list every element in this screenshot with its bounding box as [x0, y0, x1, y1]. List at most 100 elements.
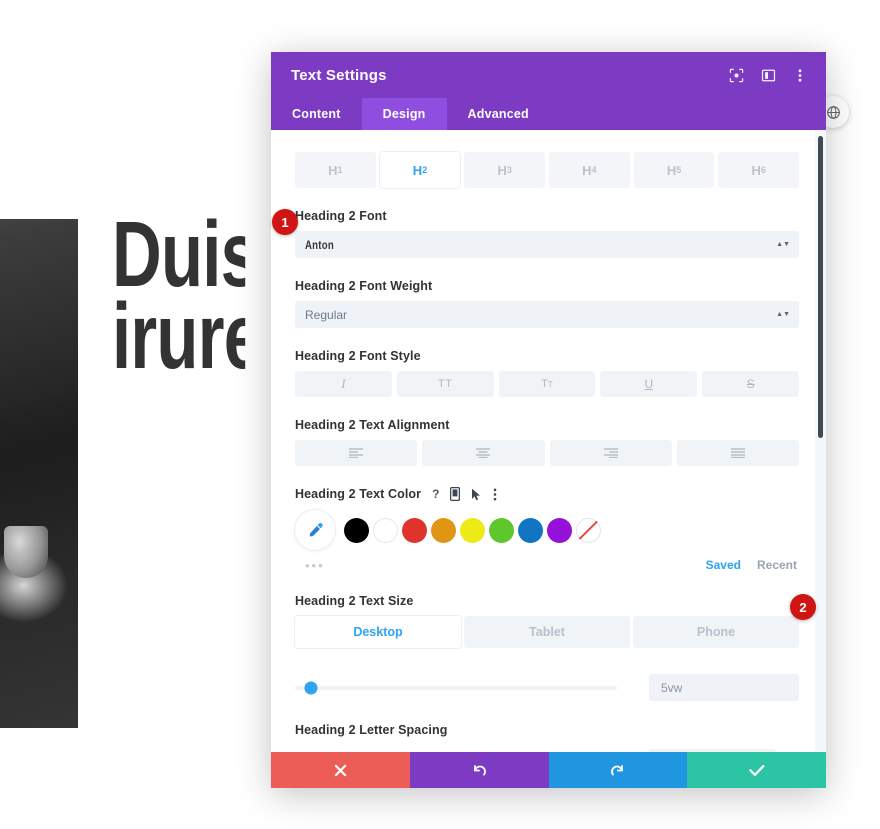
- strikethrough-button[interactable]: S: [702, 371, 799, 397]
- device-tab-desktop[interactable]: Desktop: [295, 616, 461, 648]
- modal-tab-bar: Content Design Advanced: [271, 98, 826, 130]
- tab-advanced[interactable]: Advanced: [447, 98, 550, 130]
- heading-tab-h5[interactable]: H5: [633, 152, 715, 188]
- device-tab-tablet[interactable]: Tablet: [464, 616, 630, 648]
- more-vertical-icon[interactable]: [493, 488, 497, 501]
- color-swatch-row: [295, 510, 799, 550]
- responsive-device-icon[interactable]: [450, 487, 461, 501]
- swatch-blue[interactable]: [518, 517, 543, 543]
- swatch-purple[interactable]: [547, 517, 572, 543]
- more-colors-button[interactable]: •••: [305, 558, 325, 573]
- hover-cursor-icon[interactable]: [471, 488, 482, 501]
- color-swatch-subrow: ••• Saved Recent: [295, 556, 799, 574]
- heading-tab-label: H: [328, 162, 338, 178]
- heading-tab-label: H: [412, 162, 423, 178]
- modal-footer: [271, 752, 826, 788]
- text-size-control-row: 5vw: [295, 674, 799, 701]
- split-layout-icon[interactable]: [760, 67, 776, 83]
- heading-text-color-header: Heading 2 Text Color ?: [295, 487, 799, 501]
- text-size-slider-handle[interactable]: [304, 681, 318, 694]
- font-style-buttons: I TT TT U S: [295, 371, 799, 397]
- text-alignment-buttons: [295, 440, 799, 466]
- more-vertical-icon[interactable]: [792, 67, 808, 83]
- hero-heading: Duis irure: [112, 214, 246, 388]
- text-size-slider[interactable]: [295, 681, 617, 694]
- swatch-none[interactable]: [576, 517, 601, 543]
- align-left-icon[interactable]: [295, 440, 418, 466]
- letter-spacing-value-input[interactable]: 0px: [649, 749, 776, 752]
- undo-icon: [473, 764, 486, 776]
- undo-button[interactable]: [409, 752, 549, 788]
- heading-tab-h6[interactable]: H6: [718, 152, 800, 188]
- heading-tab-label: H: [582, 162, 592, 178]
- heading-letter-spacing-label: Heading 2 Letter Spacing: [295, 723, 448, 737]
- heading-tab-h4[interactable]: H4: [549, 152, 630, 188]
- save-button[interactable]: [687, 752, 826, 788]
- heading-tab-sub: 1: [337, 165, 343, 175]
- chevron-updown-icon: ▲▼: [776, 310, 790, 318]
- tab-recent-colors[interactable]: Recent: [757, 558, 797, 572]
- heading-font-weight-value: Regular: [305, 307, 348, 322]
- redo-button[interactable]: [548, 752, 688, 788]
- heading-text-size-label: Heading 2 Text Size: [295, 594, 414, 608]
- panel-scrollbar-thumb[interactable]: [818, 136, 823, 438]
- modal-title: Text Settings: [291, 66, 387, 84]
- underline-button[interactable]: U: [600, 371, 698, 397]
- hero-photo: [0, 219, 78, 728]
- heading-tab-h2[interactable]: H2: [379, 152, 461, 188]
- heading-tab-h3[interactable]: H3: [464, 152, 546, 188]
- eyedropper-icon[interactable]: [295, 510, 335, 550]
- swatch-green[interactable]: [489, 517, 514, 543]
- swatch-red[interactable]: [402, 517, 427, 543]
- align-justify-icon[interactable]: [676, 440, 799, 466]
- chevron-updown-icon: ▲▼: [776, 240, 790, 248]
- close-icon: [334, 764, 347, 776]
- focus-target-icon[interactable]: [728, 67, 744, 83]
- heading-font-select[interactable]: Anton ▲▼: [295, 231, 799, 258]
- italic-button[interactable]: I: [295, 371, 392, 397]
- annotation-badge-2: 2: [790, 594, 816, 620]
- heading-font-weight-label: Heading 2 Font Weight: [295, 279, 433, 293]
- uppercase-button[interactable]: TT: [396, 371, 494, 397]
- heading-tab-sub: 3: [506, 165, 512, 175]
- swatch-black[interactable]: [344, 517, 369, 543]
- heading-font-label: Heading 2 Font: [295, 209, 387, 223]
- color-source-tabs: Saved Recent: [706, 558, 799, 572]
- heading-tab-h1[interactable]: H1: [295, 152, 376, 188]
- text-settings-modal: Text Settings Content Design Advanced H …: [271, 52, 826, 788]
- tab-saved-colors[interactable]: Saved: [706, 558, 741, 572]
- heading-font-weight-select[interactable]: Regular ▲▼: [295, 301, 799, 328]
- tab-content[interactable]: Content: [271, 98, 362, 130]
- align-right-icon[interactable]: [549, 440, 672, 466]
- globe-icon: [826, 105, 840, 119]
- heading-font-style-label: Heading 2 Font Style: [295, 349, 421, 363]
- check-icon: [748, 764, 765, 776]
- swatch-white[interactable]: [373, 517, 398, 543]
- heading-tab-sub: 4: [591, 165, 597, 175]
- small-caps-button[interactable]: TT: [498, 371, 596, 397]
- modal-header-icons: [728, 67, 812, 83]
- heading-font-value: Anton: [305, 237, 334, 252]
- heading-tab-label: H: [666, 162, 677, 178]
- swatch-yellow[interactable]: [460, 517, 485, 543]
- modal-body: H1 H2 H3 H4 H5 H6 Heading 2 Font Anton ▲…: [271, 130, 826, 752]
- tab-design[interactable]: Design: [361, 98, 447, 130]
- cancel-button[interactable]: [271, 752, 410, 788]
- heading-tab-sub: 6: [760, 165, 766, 175]
- heading-text-alignment-label: Heading 2 Text Alignment: [295, 418, 450, 432]
- text-size-value-input[interactable]: 5vw: [649, 674, 799, 701]
- swatch-orange[interactable]: [431, 517, 456, 543]
- heading-tab-label: H: [497, 162, 507, 178]
- heading-tab-label: H: [751, 162, 761, 178]
- text-size-device-tabs: Desktop Tablet Phone: [295, 616, 799, 648]
- panel-scrollbar[interactable]: [815, 130, 826, 752]
- heading-tab-sub: 5: [676, 165, 682, 175]
- heading-text-color-label: Heading 2 Text Color: [295, 487, 422, 501]
- modal-header: Text Settings: [271, 52, 826, 98]
- device-tab-phone[interactable]: Phone: [633, 616, 799, 648]
- heading-tab-sub: 2: [422, 165, 428, 175]
- align-center-icon[interactable]: [422, 440, 545, 466]
- small-caps-glyph: T: [541, 378, 548, 390]
- letter-spacing-control-row: 0px: [295, 749, 799, 752]
- help-icon[interactable]: ?: [432, 487, 439, 501]
